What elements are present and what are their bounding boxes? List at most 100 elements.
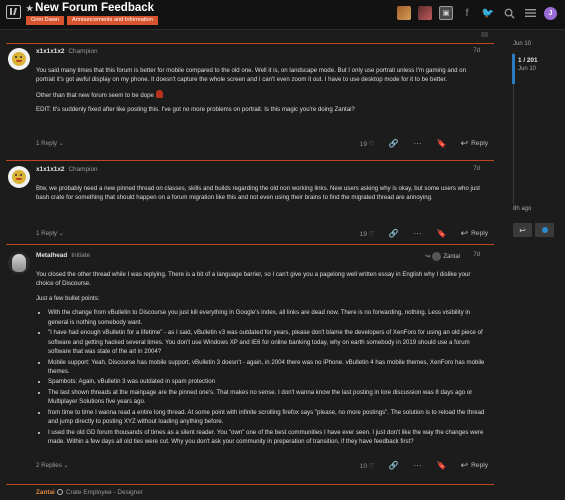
list-item: from time to time I wanna read a entire …	[48, 408, 486, 427]
post-paragraph: Btw, we probably need a new pinned threa…	[36, 185, 480, 202]
category-badges: Grim Dawn Announcements and Information	[26, 16, 158, 25]
timeline-position: 1 / 201	[518, 57, 538, 64]
topic-timeline: Jun 10 1 / 201 Jun 10 8h ago ↩	[505, 30, 565, 500]
avatar[interactable]	[8, 166, 30, 188]
post-divider	[6, 160, 494, 161]
post-body: You said many times that this forum is b…	[36, 66, 486, 120]
reply-arrow-icon: ↩	[519, 225, 526, 235]
post-actions: 2 Replies ⌄ 10 ♡ 🔗 ⋯ 🔖 ↩ Reply	[36, 460, 488, 472]
more-icon[interactable]: ⋯	[413, 229, 423, 238]
replies-toggle[interactable]: 1 Reply ⌄	[36, 140, 64, 147]
post-paragraph: You closed the other thread while I was …	[36, 271, 471, 288]
reply-to-avatar	[432, 252, 442, 261]
list-item: I used the old GD forum thousands of tim…	[48, 428, 486, 447]
post: x1x1x1x2 Champion 7d You said many times …	[6, 46, 494, 158]
post-paragraph: You said many times that this forum is b…	[36, 67, 466, 84]
post-control-icon[interactable]	[481, 32, 488, 37]
bookmark-icon[interactable]: 🔖	[437, 139, 447, 148]
user-title: Crate Employee - Designer	[65, 489, 143, 496]
username[interactable]: x1x1x1x2	[36, 48, 64, 55]
reply-arrow-icon: ↩	[460, 228, 469, 238]
link-icon[interactable]: 🔗	[389, 229, 399, 238]
topic-title-area: ★ New Forum Feedback Grim Dawn Announceme…	[26, 2, 158, 25]
wiki-link-icon[interactable]: ▣	[439, 6, 453, 20]
post-date[interactable]: 7d	[473, 166, 480, 172]
like-button[interactable]: 19 ♡	[360, 140, 375, 148]
bookmark-icon[interactable]: 🔖	[437, 461, 447, 470]
post-divider	[6, 43, 494, 44]
timeline-reply-button[interactable]: ↩	[513, 223, 532, 237]
category-announcements[interactable]: Announcements and Information	[66, 16, 158, 25]
link-icon[interactable]: 🔗	[389, 461, 399, 470]
bookmark-icon[interactable]: 🔖	[437, 229, 447, 238]
facebook-icon[interactable]: f	[460, 6, 474, 20]
avatar[interactable]	[8, 48, 30, 70]
reply-button[interactable]: ↩ Reply	[461, 138, 488, 149]
post-body: Btw, we probably need a new pinned threa…	[36, 184, 486, 208]
pinned-star-icon: ★	[26, 4, 34, 13]
post-divider	[6, 484, 494, 485]
post-actions: 1 Reply ⌄ 19 ♡ 🔗 ⋯ 🔖 ↩ Reply	[36, 138, 488, 150]
post-paragraph: EDIT: It's suddenly fixed after like pos…	[36, 106, 355, 114]
post-meta: Zantai Crate Employee - Designer	[36, 489, 143, 496]
post-paragraph: Just a few bullet points:	[36, 294, 100, 302]
like-button[interactable]: 10 ♡	[360, 462, 375, 470]
post: x1x1x1x2 Champion 7d Btw, we probably nee…	[6, 164, 494, 242]
username[interactable]: Metalhead	[36, 252, 67, 259]
reply-to-arrow-icon: ↪	[425, 254, 431, 260]
fire-emoji-icon	[155, 89, 163, 98]
crate-link-icon[interactable]	[418, 6, 432, 20]
bullet-list: With the change from vBulletin to Discou…	[36, 308, 486, 446]
grim-dawn-link-icon[interactable]	[397, 6, 411, 20]
post-meta: Metalhead Initiate	[36, 252, 90, 259]
more-icon[interactable]: ⋯	[413, 461, 423, 470]
twitter-icon[interactable]: 🐦	[481, 6, 495, 20]
post-body: You closed the other thread while I was …	[36, 270, 486, 447]
topic-title[interactable]: ★ New Forum Feedback	[26, 2, 158, 14]
avatar[interactable]	[8, 252, 30, 274]
post-meta: x1x1x1x2 Champion	[36, 48, 98, 55]
replies-toggle[interactable]: 1 Reply ⌄	[36, 230, 64, 237]
user-title: Champion	[68, 48, 98, 55]
notification-level-button[interactable]	[535, 223, 554, 237]
category-grim-dawn[interactable]: Grim Dawn	[26, 16, 64, 25]
user-title: Initiate	[71, 252, 91, 259]
post-meta: x1x1x1x2 Champion	[36, 166, 98, 173]
tracking-dot-icon	[541, 227, 548, 233]
site-logo-icon[interactable]	[6, 5, 21, 19]
hamburger-menu-icon[interactable]	[523, 6, 537, 20]
header-icons: ▣ f 🐦 J	[397, 6, 557, 20]
reply-button[interactable]: ↩ Reply	[461, 460, 488, 471]
reply-arrow-icon: ↩	[460, 138, 469, 148]
post-paragraph-with-emoji: Other than that new forum seem to be dop…	[36, 89, 486, 100]
post: Zantai Crate Employee - Designer	[6, 487, 494, 500]
post-date[interactable]: 7d	[473, 252, 480, 258]
list-item: With the change from vBulletin to Discou…	[48, 308, 486, 327]
more-icon[interactable]: ⋯	[413, 139, 423, 148]
timeline-end-date[interactable]: 8h ago	[513, 206, 531, 212]
list-item: The last shown threads at the mainpage a…	[48, 388, 486, 407]
list-item: Spambots: Again, vBulletin 3 was outdate…	[48, 377, 486, 386]
user-title: Champion	[68, 166, 98, 173]
username[interactable]: Zantai	[36, 489, 55, 496]
post-date[interactable]: 7d	[473, 48, 480, 54]
reply-button[interactable]: ↩ Reply	[461, 228, 488, 239]
username[interactable]: x1x1x1x2	[36, 166, 64, 173]
previous-post-stub	[6, 30, 494, 42]
search-icon[interactable]	[502, 6, 516, 20]
list-item: Mobile support: Yeah, Discourse has mobi…	[48, 358, 486, 377]
timeline-handle[interactable]	[512, 54, 515, 84]
timeline-start-date[interactable]: Jun 10	[513, 41, 531, 47]
user-avatar[interactable]: J	[544, 6, 557, 20]
reply-arrow-icon: ↩	[460, 460, 469, 470]
timeline-position-date: Jun 10	[518, 66, 537, 72]
reply-to-indicator[interactable]: ↪ Zantai	[425, 252, 460, 261]
link-icon[interactable]: 🔗	[389, 139, 399, 148]
site-header: ★ New Forum Feedback Grim Dawn Announceme…	[0, 0, 565, 30]
post-divider	[6, 244, 494, 245]
post: Metalhead Initiate ↪ Zantai 7d You closed …	[6, 250, 494, 482]
staff-flair-icon	[56, 489, 63, 495]
list-item: "I have had enough vBulletin for a lifet…	[48, 328, 486, 356]
replies-toggle[interactable]: 2 Replies ⌄	[36, 462, 69, 469]
like-button[interactable]: 19 ♡	[360, 230, 375, 238]
